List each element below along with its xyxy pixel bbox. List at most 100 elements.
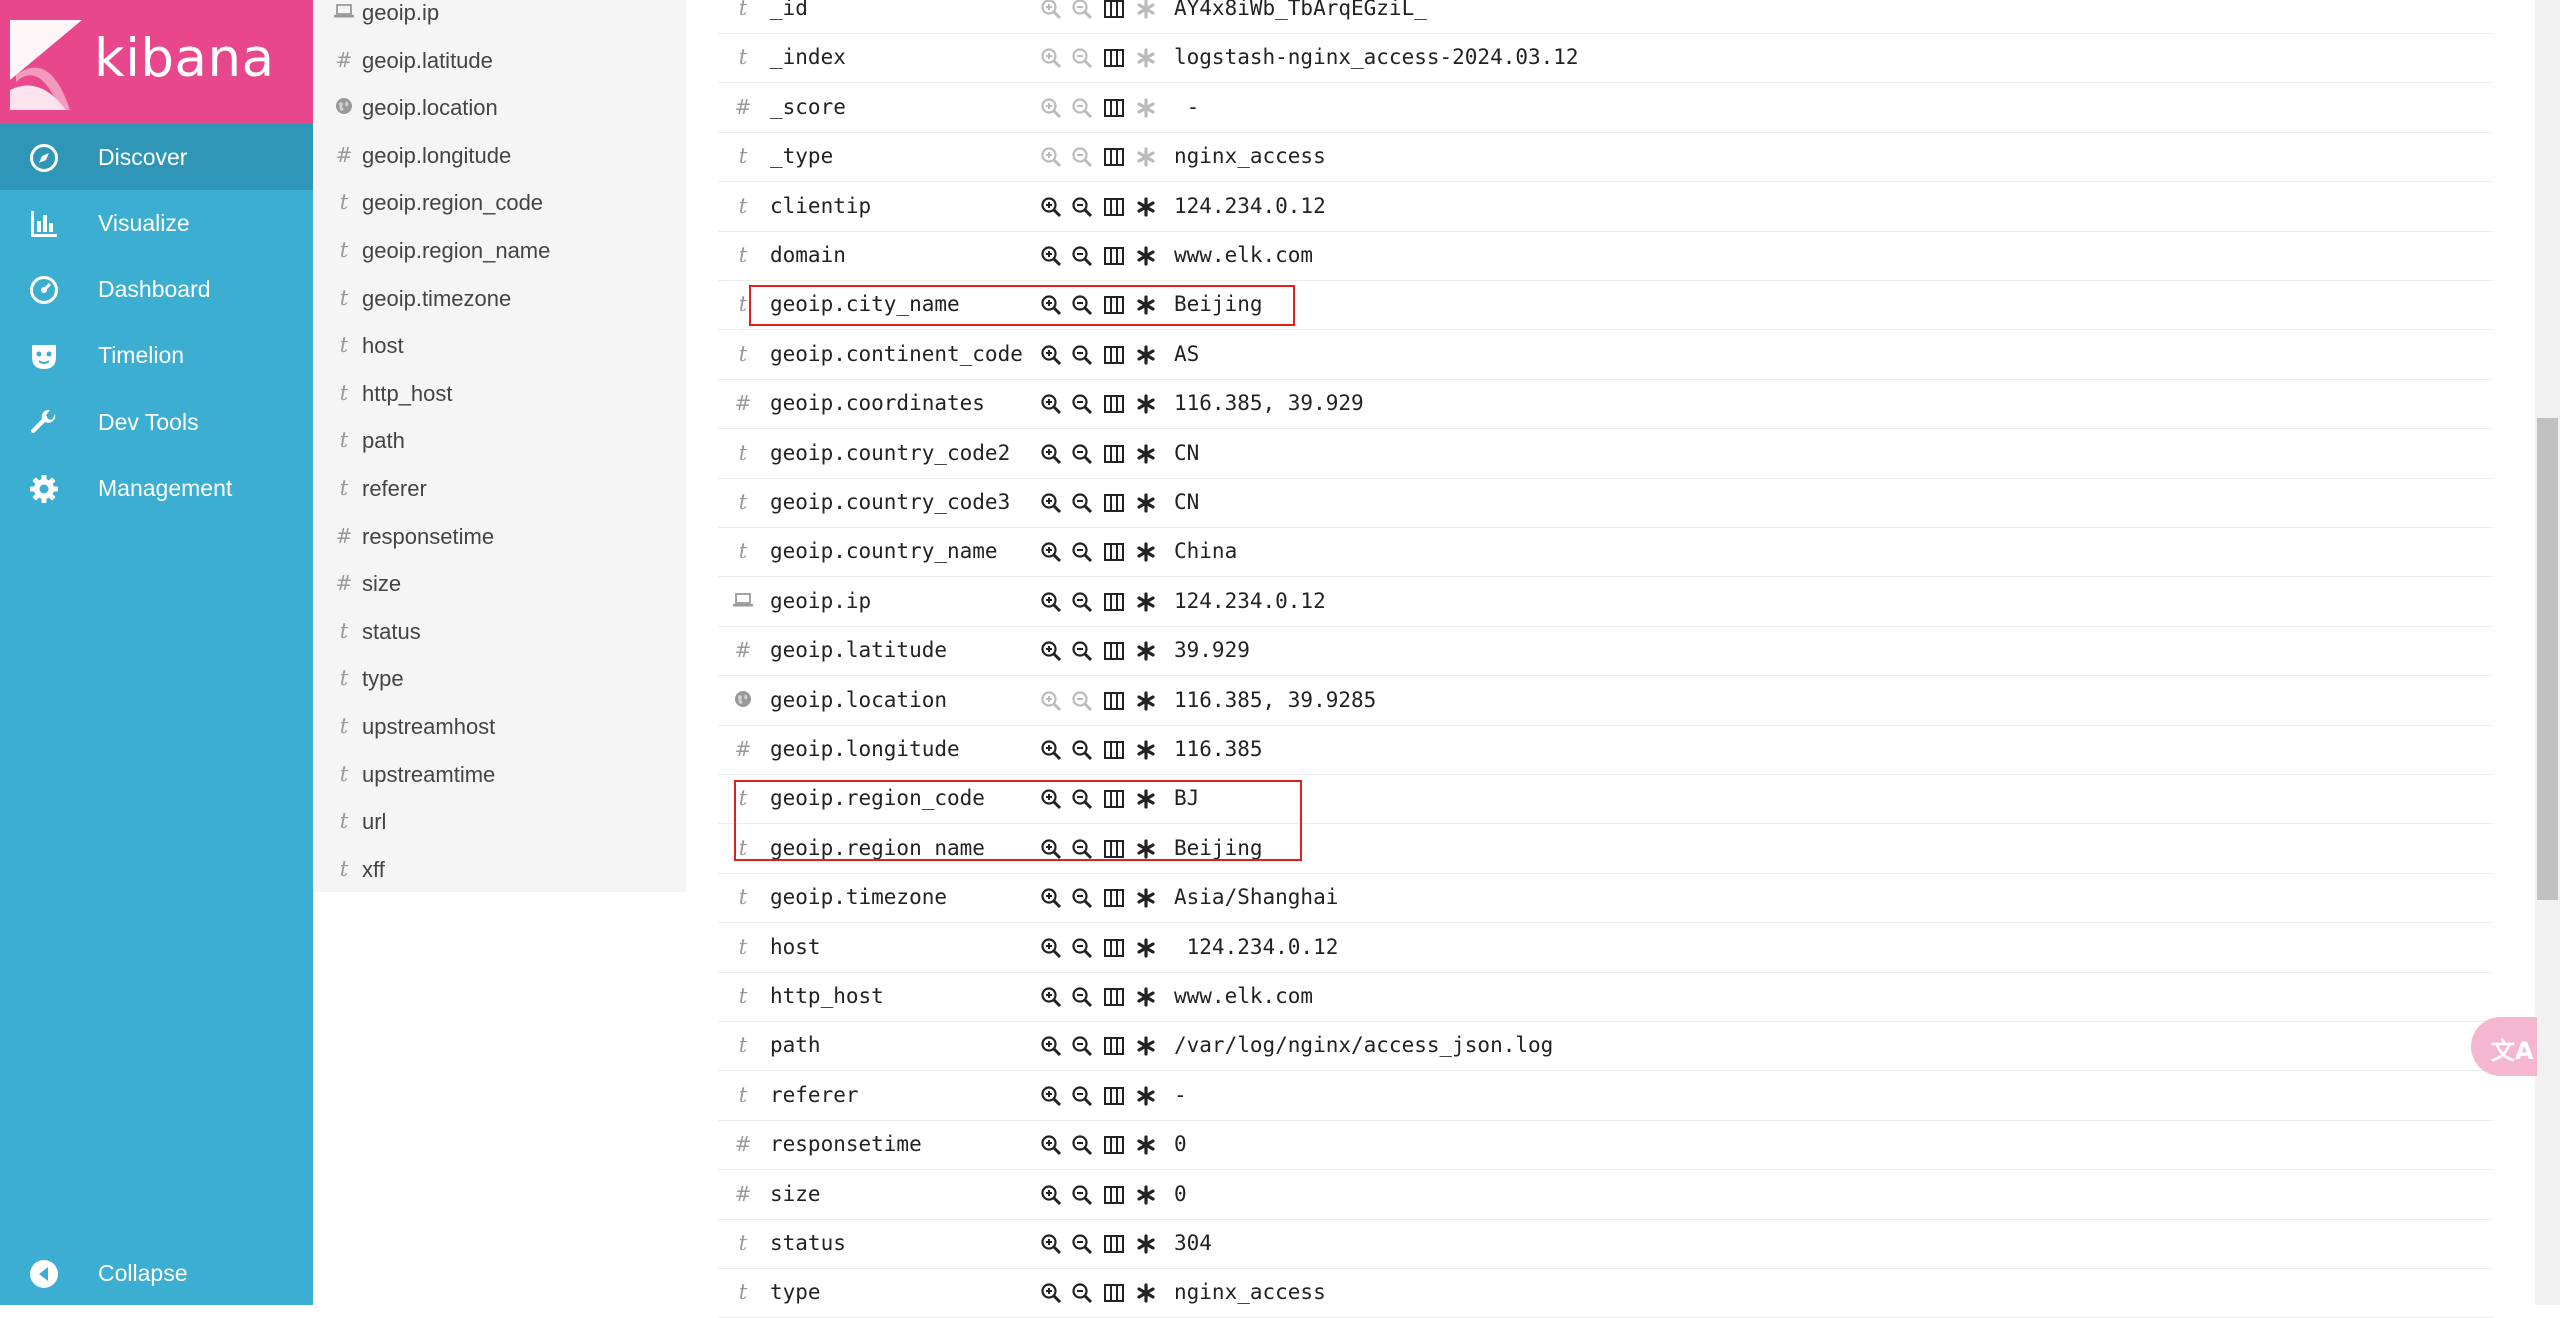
filter-exists-icon[interactable] xyxy=(1135,443,1157,465)
filter-for-value-icon[interactable] xyxy=(1040,887,1062,909)
filter-for-value-icon[interactable] xyxy=(1040,344,1062,366)
filter-out-value-icon[interactable] xyxy=(1071,1282,1093,1304)
filter-for-value-icon[interactable] xyxy=(1040,245,1062,267)
filter-out-value-icon[interactable] xyxy=(1071,443,1093,465)
filter-for-value-icon[interactable] xyxy=(1040,1035,1062,1057)
field-list-item[interactable]: geoip.ip xyxy=(313,0,686,37)
filter-for-value-icon[interactable] xyxy=(1040,986,1062,1008)
toggle-column-icon[interactable] xyxy=(1103,1233,1125,1255)
toggle-column-icon[interactable] xyxy=(1103,541,1125,563)
field-list-item[interactable]: t geoip.region_code xyxy=(313,180,686,227)
filter-out-value-icon[interactable] xyxy=(1071,640,1093,662)
field-list-item[interactable]: geoip.location xyxy=(313,85,686,132)
scrollbar-thumb[interactable] xyxy=(2537,418,2558,900)
filter-exists-icon[interactable] xyxy=(1135,492,1157,514)
filter-exists-icon[interactable] xyxy=(1135,196,1157,218)
translate-button[interactable]: 文A xyxy=(2471,1017,2537,1076)
toggle-column-icon[interactable] xyxy=(1103,443,1125,465)
filter-for-value-icon[interactable] xyxy=(1040,492,1062,514)
filter-out-value-icon[interactable] xyxy=(1071,986,1093,1008)
field-list-item[interactable]: t host xyxy=(313,323,686,370)
filter-exists-icon[interactable] xyxy=(1135,739,1157,761)
field-list-item[interactable]: t upstreamhost xyxy=(313,704,686,751)
nav-item-visualize[interactable]: Visualize xyxy=(0,190,313,256)
nav-item-timelion[interactable]: Timelion xyxy=(0,322,313,388)
filter-exists-icon[interactable] xyxy=(1135,1282,1157,1304)
nav-item-dashboard[interactable]: Dashboard xyxy=(0,256,313,322)
filter-for-value-icon[interactable] xyxy=(1040,1184,1062,1206)
toggle-column-icon[interactable] xyxy=(1103,1035,1125,1057)
nav-item-discover[interactable]: Discover xyxy=(0,124,313,190)
filter-for-value-icon[interactable] xyxy=(1040,739,1062,761)
toggle-column-icon[interactable] xyxy=(1103,492,1125,514)
field-list-item[interactable]: t referer xyxy=(313,466,686,513)
filter-for-value-icon[interactable] xyxy=(1040,937,1062,959)
field-list-item[interactable]: t geoip.region_name xyxy=(313,228,686,275)
filter-out-value-icon[interactable] xyxy=(1071,1233,1093,1255)
filter-for-value-icon[interactable] xyxy=(1040,640,1062,662)
filter-for-value-icon[interactable] xyxy=(1040,443,1062,465)
kibana-logo[interactable]: kibana xyxy=(0,0,313,129)
filter-out-value-icon[interactable] xyxy=(1071,739,1093,761)
toggle-column-icon[interactable] xyxy=(1103,1282,1125,1304)
filter-out-value-icon[interactable] xyxy=(1071,492,1093,514)
filter-for-value-icon[interactable] xyxy=(1040,1282,1062,1304)
toggle-column-icon[interactable] xyxy=(1103,245,1125,267)
field-list-item[interactable]: t path xyxy=(313,418,686,465)
filter-exists-icon[interactable] xyxy=(1135,937,1157,959)
toggle-column-icon[interactable] xyxy=(1103,690,1125,712)
field-list-item[interactable]: t geoip.timezone xyxy=(313,276,686,323)
field-list-item[interactable]: # responsetime xyxy=(313,514,686,561)
filter-exists-icon[interactable] xyxy=(1135,541,1157,563)
filter-out-value-icon[interactable] xyxy=(1071,393,1093,415)
filter-for-value-icon[interactable] xyxy=(1040,541,1062,563)
nav-item-dev-tools[interactable]: Dev Tools xyxy=(0,389,313,455)
filter-out-value-icon[interactable] xyxy=(1071,1134,1093,1156)
filter-out-value-icon[interactable] xyxy=(1071,1184,1093,1206)
filter-exists-icon[interactable] xyxy=(1135,986,1157,1008)
filter-exists-icon[interactable] xyxy=(1135,245,1157,267)
toggle-column-icon[interactable] xyxy=(1103,1134,1125,1156)
filter-for-value-icon[interactable] xyxy=(1040,1085,1062,1107)
toggle-column-icon[interactable] xyxy=(1103,937,1125,959)
toggle-column-icon[interactable] xyxy=(1103,1184,1125,1206)
field-list-item[interactable]: # geoip.latitude xyxy=(313,38,686,85)
filter-exists-icon[interactable] xyxy=(1135,591,1157,613)
field-list-item[interactable]: # size xyxy=(313,561,686,608)
filter-out-value-icon[interactable] xyxy=(1071,344,1093,366)
filter-exists-icon[interactable] xyxy=(1135,1134,1157,1156)
filter-exists-icon[interactable] xyxy=(1135,393,1157,415)
filter-exists-icon[interactable] xyxy=(1135,887,1157,909)
filter-out-value-icon[interactable] xyxy=(1071,591,1093,613)
toggle-column-icon[interactable] xyxy=(1103,739,1125,761)
field-list-item[interactable]: t status xyxy=(313,609,686,656)
filter-for-value-icon[interactable] xyxy=(1040,1134,1062,1156)
filter-exists-icon[interactable] xyxy=(1135,1035,1157,1057)
filter-out-value-icon[interactable] xyxy=(1071,541,1093,563)
toggle-column-icon[interactable] xyxy=(1103,196,1125,218)
field-list-item[interactable]: t http_host xyxy=(313,371,686,418)
toggle-column-icon[interactable] xyxy=(1103,887,1125,909)
filter-exists-icon[interactable] xyxy=(1135,1085,1157,1107)
toggle-column-icon[interactable] xyxy=(1103,1085,1125,1107)
toggle-column-icon[interactable] xyxy=(1103,640,1125,662)
filter-for-value-icon[interactable] xyxy=(1040,393,1062,415)
filter-out-value-icon[interactable] xyxy=(1071,196,1093,218)
filter-out-value-icon[interactable] xyxy=(1071,937,1093,959)
field-list-item[interactable]: t type xyxy=(313,656,686,703)
filter-exists-icon[interactable] xyxy=(1135,1233,1157,1255)
filter-for-value-icon[interactable] xyxy=(1040,1233,1062,1255)
field-list-item[interactable]: t xff xyxy=(313,847,686,894)
toggle-column-icon[interactable] xyxy=(1103,393,1125,415)
filter-out-value-icon[interactable] xyxy=(1071,1035,1093,1057)
filter-exists-icon[interactable] xyxy=(1135,344,1157,366)
field-list-item[interactable]: t upstreamtime xyxy=(313,752,686,799)
filter-for-value-icon[interactable] xyxy=(1040,196,1062,218)
filter-out-value-icon[interactable] xyxy=(1071,887,1093,909)
filter-exists-icon[interactable] xyxy=(1135,690,1157,712)
filter-out-value-icon[interactable] xyxy=(1071,245,1093,267)
filter-exists-icon[interactable] xyxy=(1135,640,1157,662)
field-list-item[interactable]: t url xyxy=(313,799,686,846)
filter-exists-icon[interactable] xyxy=(1135,1184,1157,1206)
collapse-button[interactable]: Collapse xyxy=(0,1240,313,1306)
